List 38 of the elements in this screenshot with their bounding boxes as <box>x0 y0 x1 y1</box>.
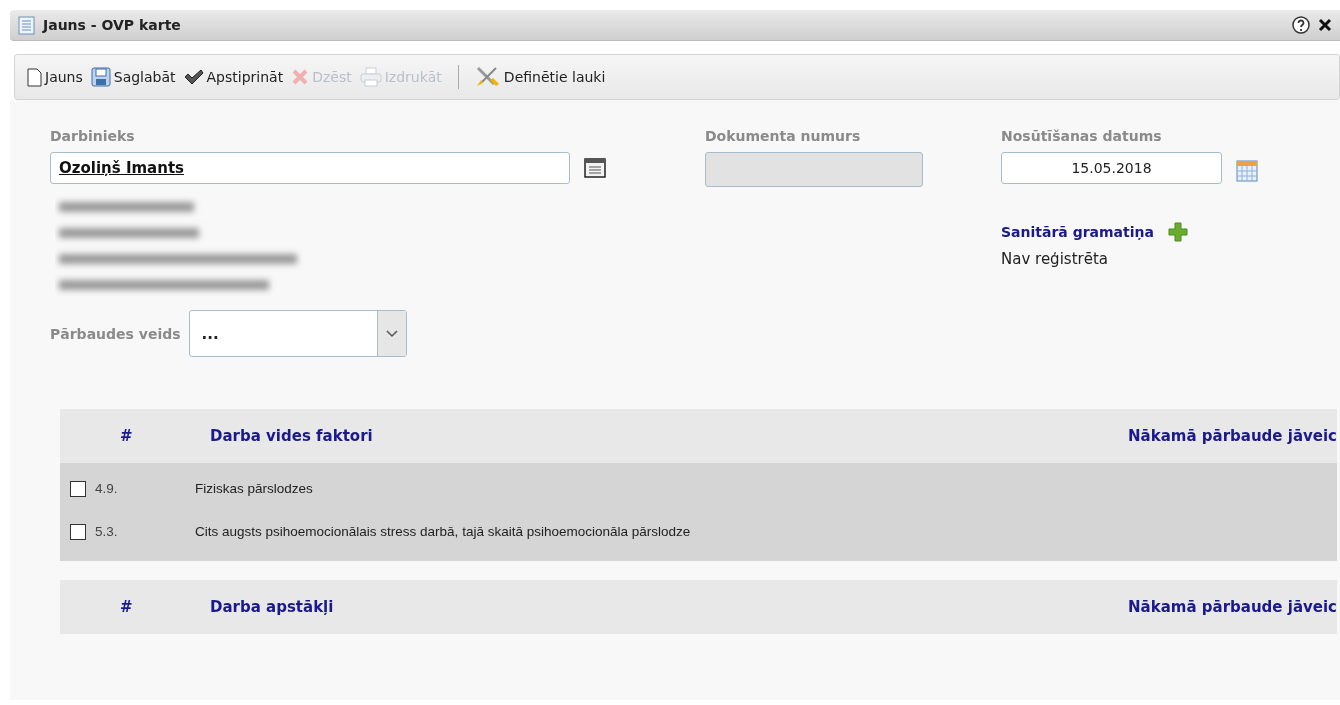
list-icon[interactable] <box>584 158 606 178</box>
check-type-dropdown[interactable]: ... <box>188 310 407 357</box>
row-checkbox[interactable] <box>70 523 86 540</box>
table-cell-text: Cits augsts psihoemocionālais stress darbā, tajā skaitā psihoemocionāla pārslodze <box>195 524 692 539</box>
date-field[interactable]: 15.05.2018 <box>1001 152 1222 184</box>
table-cell-text: Fiziskas pārslodzes <box>195 481 314 496</box>
column-header: Nākamā pārbaude jāveic <box>1128 427 1337 445</box>
employee-field[interactable]: Ozoliņš Imants <box>50 152 570 184</box>
help-icon[interactable] <box>1292 16 1310 34</box>
sanitary-book-link[interactable]: Sanitārā gramatiņa <box>1001 224 1154 240</box>
column-header: Nākamā pārbaude jāveic <box>1128 598 1337 616</box>
document-icon <box>27 67 42 87</box>
toolbar-button[interactable]: Definētie lauki <box>474 66 606 88</box>
chevron-down-icon <box>385 329 398 338</box>
field-label: Darbinieks <box>50 128 136 144</box>
column-header: # <box>119 427 134 445</box>
document-number-field[interactable] <box>705 152 923 187</box>
field-label: Pārbaudes veids <box>50 325 181 342</box>
row-checkbox[interactable] <box>70 480 86 497</box>
field-label: Nosūtīšanas datums <box>1001 128 1163 144</box>
printer-icon <box>359 67 382 87</box>
toolbar-button[interactable]: Saglabāt <box>90 67 176 87</box>
column-header: Darba vides faktori <box>210 427 374 445</box>
column-header: Darba apstākļi <box>210 598 335 616</box>
document-list-icon <box>18 15 35 35</box>
plus-icon[interactable] <box>1168 222 1188 242</box>
row-number: 4.9. <box>95 481 119 496</box>
row-number: 5.3. <box>95 524 119 539</box>
cross-icon <box>291 68 310 86</box>
tools-icon <box>474 66 501 88</box>
sanitary-book-status: Nav reģistrēta <box>1001 250 1109 268</box>
column-header: # <box>119 598 134 616</box>
field-label: Dokumenta numurs <box>705 128 862 144</box>
window-title: Jauns - OVP karte <box>43 17 182 33</box>
close-icon[interactable] <box>1318 18 1332 32</box>
toolbar-button[interactable]: Apstiprināt <box>183 69 284 85</box>
checkmark-icon <box>183 69 204 85</box>
toolbar-button[interactable]: Jauns <box>27 67 83 87</box>
